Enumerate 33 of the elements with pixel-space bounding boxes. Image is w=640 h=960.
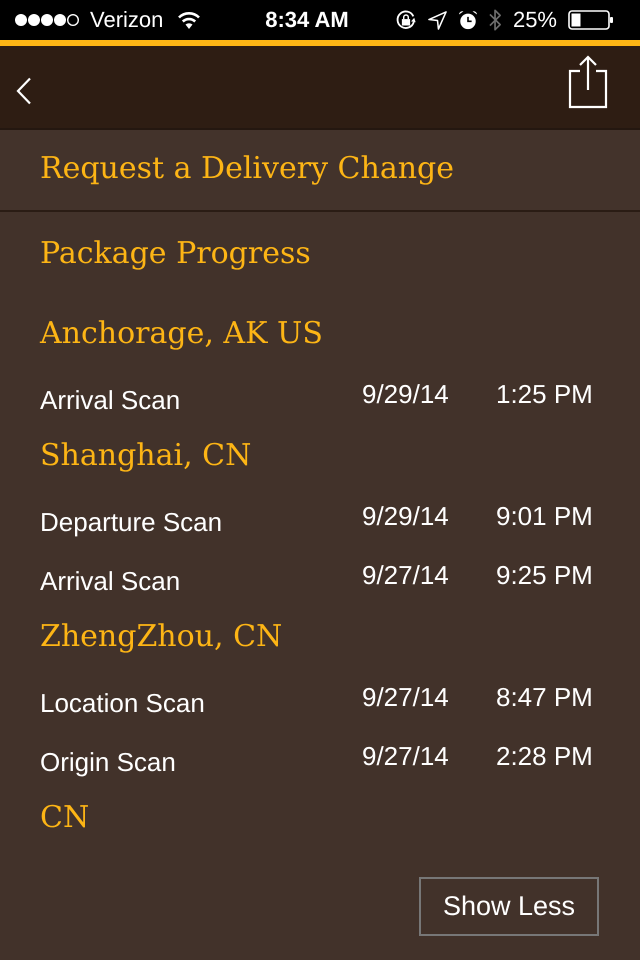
date-text: 9/27/14 <box>362 741 449 771</box>
location-heading: CN <box>40 799 90 837</box>
date-text: 9/27/14 <box>362 560 449 590</box>
battery-icon <box>568 10 614 30</box>
carrier-name: Verizon <box>90 7 164 33</box>
location-heading: ZhengZhou, CN <box>40 618 282 656</box>
alarm-clock-icon <box>458 10 478 30</box>
time-text: 2:28 PM <box>496 741 593 771</box>
activity-text: Location Scan <box>40 688 205 718</box>
show-less-button[interactable]: Show Less <box>419 877 599 936</box>
clock-time: 8:34 AM <box>265 7 349 33</box>
location-heading: Shanghai, CN <box>40 437 252 475</box>
back-chevron-icon[interactable] <box>16 77 32 105</box>
share-icon[interactable] <box>568 55 608 109</box>
battery-percent: 25% <box>512 7 557 33</box>
activity-text: Origin Scan <box>40 747 176 777</box>
time-text: 9:01 PM <box>496 501 593 531</box>
time-text: 8:47 PM <box>496 682 593 712</box>
date-text: 9/29/14 <box>362 501 449 531</box>
rotation-lock-icon <box>394 9 417 31</box>
date-text: 9/27/14 <box>362 682 449 712</box>
wifi-icon <box>177 11 202 29</box>
date-text: 9/29/14 <box>362 379 449 409</box>
section-heading: Package Progress <box>40 235 311 273</box>
time-text: 9:25 PM <box>496 560 593 590</box>
time-text: 1:25 PM <box>496 379 593 409</box>
signal-strength-icon <box>14 13 80 27</box>
activity-text: Arrival Scan <box>40 385 180 415</box>
location-arrow-icon <box>428 10 447 30</box>
activity-text: Departure Scan <box>40 507 222 537</box>
location-heading: Anchorage, AK US <box>40 315 323 353</box>
bluetooth-icon <box>488 8 502 32</box>
activity-text: Arrival Scan <box>40 566 180 596</box>
